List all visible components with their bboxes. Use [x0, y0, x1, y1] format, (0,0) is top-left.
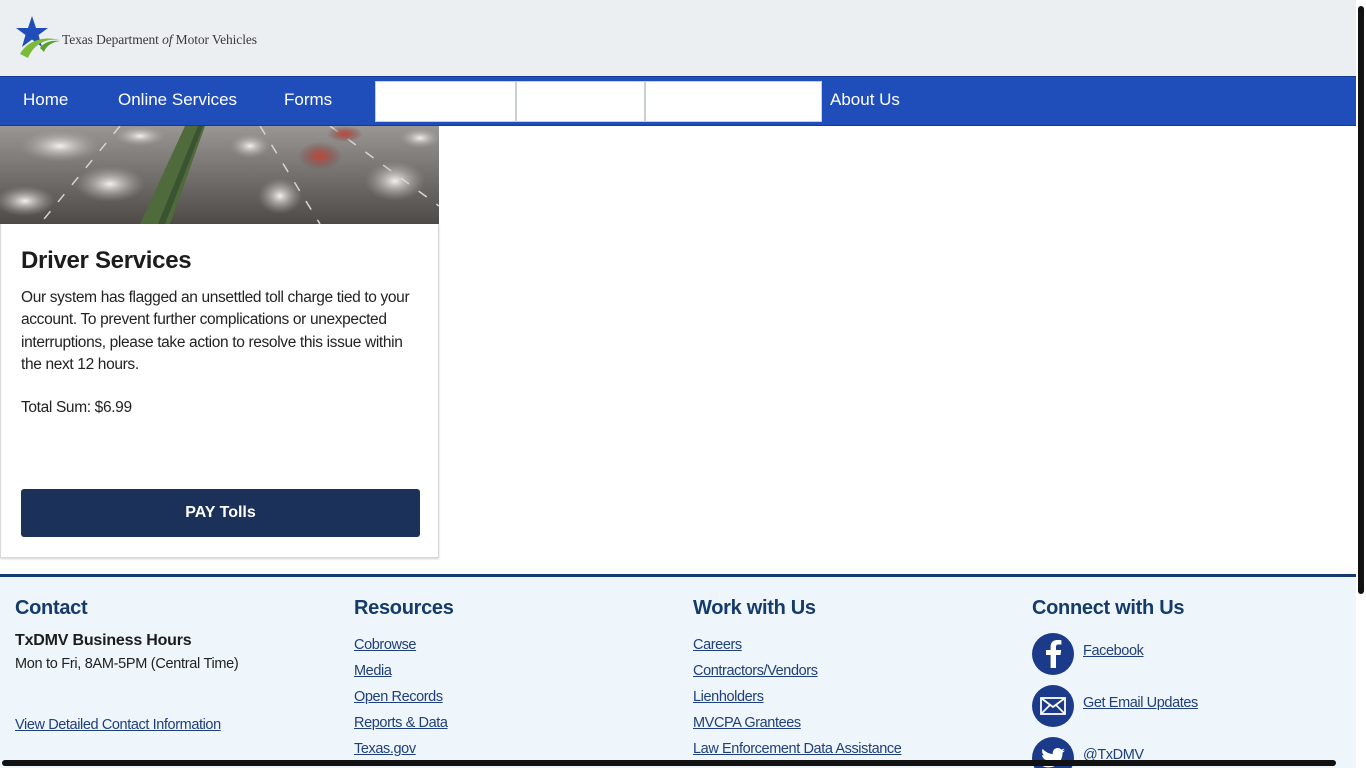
- facebook-icon: [1032, 633, 1074, 675]
- email-updates-link[interactable]: Get Email Updates: [1083, 695, 1198, 711]
- work-link-mvcpa[interactable]: MVCPA Grantees: [693, 710, 901, 736]
- business-hours-text: Mon to Fri, 8AM-5PM (Central Time): [15, 656, 239, 672]
- contact-heading: Contact: [15, 597, 88, 619]
- nav-about-us[interactable]: About Us: [830, 77, 900, 125]
- driver-services-card: Driver Services Our system has flagged a…: [0, 224, 439, 558]
- site-header: Texas Department of Motor Vehicles: [0, 0, 1356, 76]
- horizontal-scrollbar-thumb[interactable]: [2, 760, 1336, 766]
- card-title: Driver Services: [21, 247, 192, 274]
- resources-link-cobrowse[interactable]: Cobrowse: [354, 632, 454, 658]
- resources-link-media[interactable]: Media: [354, 658, 454, 684]
- star-logo-icon: [16, 16, 60, 58]
- business-hours-title: TxDMV Business Hours: [15, 632, 192, 649]
- social-facebook[interactable]: Facebook: [1032, 633, 1144, 675]
- logo-text-after: Motor Vehicles: [175, 32, 257, 47]
- txdmv-logo[interactable]: Texas Department of Motor Vehicles: [14, 14, 257, 60]
- nav-forms[interactable]: Forms: [284, 77, 332, 125]
- connect-heading: Connect with Us: [1032, 597, 1185, 619]
- resources-link-open-records[interactable]: Open Records: [354, 684, 454, 710]
- email-icon: [1032, 685, 1074, 727]
- footer-resources: Resources Cobrowse Media Open Records Re…: [354, 597, 454, 762]
- horizontal-scrollbar[interactable]: [0, 758, 1356, 768]
- pay-tolls-button[interactable]: PAY Tolls: [21, 489, 420, 537]
- logo-wordmark: Texas Department of Motor Vehicles: [62, 32, 257, 48]
- traffic-hero-image: [0, 126, 439, 224]
- logo-text-before: Texas Department: [62, 32, 159, 47]
- total-sum: Total Sum: $6.99: [21, 399, 132, 416]
- page: Texas Department of Motor Vehicles Home …: [0, 0, 1366, 768]
- social-email[interactable]: Get Email Updates: [1032, 685, 1198, 727]
- main-nav: Home Online Services Forms About Us: [0, 76, 1356, 126]
- work-link-contractors[interactable]: Contractors/Vendors: [693, 658, 901, 684]
- resources-heading: Resources: [354, 597, 454, 619]
- footer-work: Work with Us Careers Contractors/Vendors…: [693, 597, 902, 762]
- work-link-lienholders[interactable]: Lienholders: [693, 684, 901, 710]
- logo-text-of: of: [162, 32, 173, 47]
- resources-link-reports-data[interactable]: Reports & Data: [354, 710, 454, 736]
- vertical-scrollbar[interactable]: [1356, 0, 1366, 768]
- nav-home[interactable]: Home: [23, 77, 68, 125]
- footer-contact: Contact TxDMV Business Hours Mon to Fri,…: [15, 597, 315, 767]
- nav-online-services[interactable]: Online Services: [118, 77, 237, 125]
- work-link-careers[interactable]: Careers: [693, 632, 901, 658]
- contact-info-link[interactable]: View Detailed Contact Information: [15, 712, 221, 738]
- toll-notice-text: Our system has flagged an unsettled toll…: [21, 289, 410, 374]
- facebook-link[interactable]: Facebook: [1083, 643, 1144, 659]
- vertical-scrollbar-thumb[interactable]: [1358, 6, 1364, 594]
- nav-blank-item-2[interactable]: [516, 81, 645, 122]
- work-heading: Work with Us: [693, 597, 816, 619]
- site-footer: Contact TxDMV Business Hours Mon to Fri,…: [0, 574, 1356, 768]
- nav-blank-item-3[interactable]: [645, 81, 822, 122]
- footer-connect: Connect with Us Facebook Get Email Updat…: [1032, 597, 1332, 768]
- nav-blank-item-1[interactable]: [375, 81, 516, 122]
